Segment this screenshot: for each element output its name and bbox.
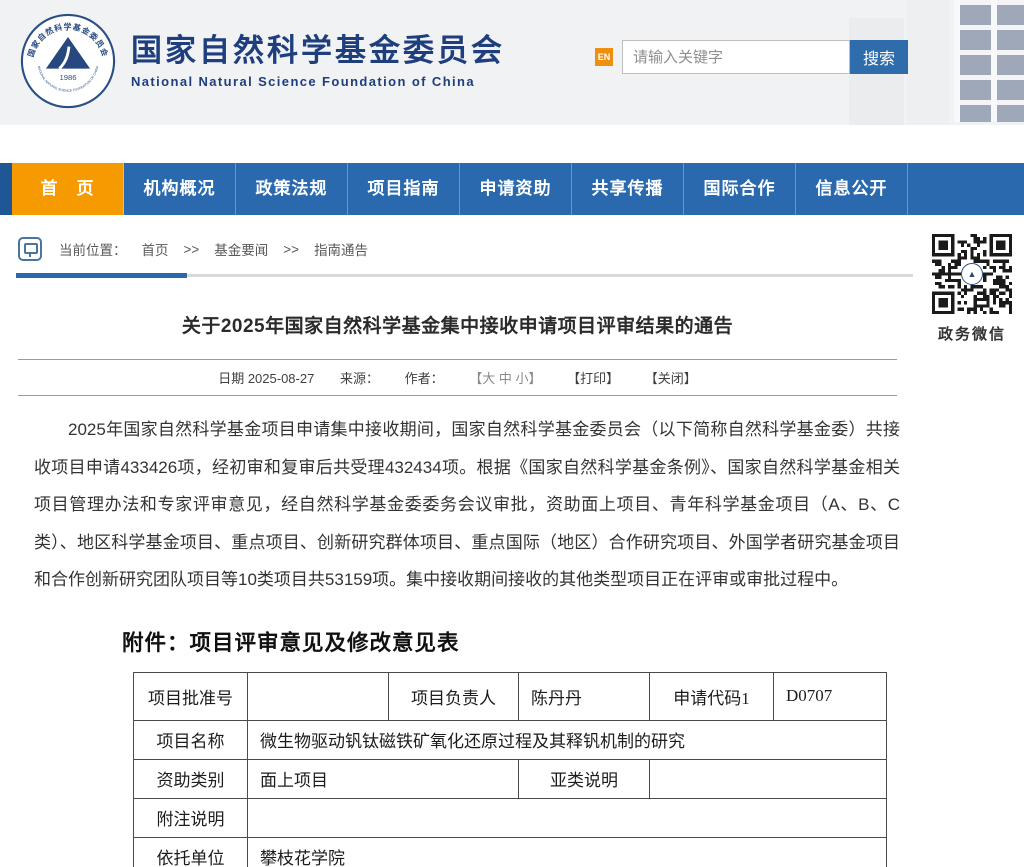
site-logo[interactable]: 国家自然科学基金委员会 NATIONAL NATURAL SCIENCE FOU… <box>20 13 505 109</box>
table-row: 项目名称 微生物驱动钒钛磁铁矿氧化还原过程及其释钒机制的研究 <box>134 720 887 759</box>
nav-filler <box>908 163 1024 215</box>
cell-note-value <box>248 798 887 837</box>
site-header: 国家自然科学基金委员会 NATIONAL NATURAL SCIENCE FOU… <box>0 0 1024 125</box>
cell-institution-value: 攀枝花学院 <box>248 837 887 867</box>
site-title: 国家自然科学基金委员会 <box>131 33 505 69</box>
language-en-button[interactable]: EN <box>595 48 613 66</box>
breadcrumb-divider <box>16 273 913 278</box>
site-subtitle: National Natural Science Foundation of C… <box>131 74 505 89</box>
cell-subtype-value <box>650 759 887 798</box>
divider-blue-segment <box>16 273 187 278</box>
article-source-label: 来源： <box>340 371 379 386</box>
main-nav: 首 页 机构概况 政策法规 项目指南 申请资助 共享传播 国际合作 信息公开 <box>0 163 1024 215</box>
breadcrumb-home[interactable]: 首页 <box>142 239 169 259</box>
cell-subtype-label: 亚类说明 <box>519 759 650 798</box>
nsfc-notice-page: { "header": { "site_title": "国家自然科学基金委员会… <box>0 0 1024 867</box>
table-row: 项目批准号 项目负责人 陈丹丹 申请代码1 D0707 <box>134 672 887 720</box>
breadcrumb: 当前位置： 首页 >> 基金要闻 >> 指南通告 <box>18 236 1024 262</box>
nsfc-seal-icon: 国家自然科学基金委员会 NATIONAL NATURAL SCIENCE FOU… <box>20 13 116 109</box>
nav-item-funding[interactable]: 申请资助 <box>460 163 572 215</box>
qr-code-label: 政务微信 <box>930 323 1014 344</box>
breadcrumb-guide-notices[interactable]: 指南通告 <box>314 239 368 259</box>
cell-institution-label: 依托单位 <box>134 837 248 867</box>
article-author-label: 作者： <box>405 371 444 386</box>
nav-item-organization[interactable]: 机构概况 <box>124 163 236 215</box>
cell-project-title-label: 项目名称 <box>134 720 248 759</box>
breadcrumb-separator: >> <box>283 242 299 257</box>
print-button[interactable]: 【打印】 <box>567 371 619 386</box>
cell-grant-number-value <box>248 672 389 720</box>
search-input[interactable] <box>622 40 850 74</box>
nav-item-programme-guide[interactable]: 项目指南 <box>348 163 460 215</box>
attachment-heading: 附件：项目评审意见及修改意见表 <box>122 626 915 657</box>
nav-item-policies[interactable]: 政策法规 <box>236 163 348 215</box>
divider-gray-segment <box>187 274 913 277</box>
article-content: 关于2025年国家自然科学基金集中接收申请项目评审结果的通告 日期 2025-0… <box>0 311 915 867</box>
cell-grant-number-label: 项目批准号 <box>134 672 248 720</box>
cell-project-title-value: 微生物驱动钒钛磁铁矿氧化还原过程及其释钒机制的研究 <box>248 720 887 759</box>
article-meta-bar: 日期 2025-08-27 来源： 作者： 【大 中 小】 【打印】 【关闭】 <box>18 359 897 396</box>
cell-funding-type-label: 资助类别 <box>134 759 248 798</box>
building-photo-windows <box>954 0 1024 122</box>
review-opinion-table: 项目批准号 项目负责人 陈丹丹 申请代码1 D0707 项目名称 微生物驱动钒钛… <box>133 672 887 867</box>
article-paragraph: 2025年国家自然科学基金项目申请集中接收期间，国家自然科学基金委员会（以下简称… <box>34 411 900 599</box>
search-area: EN 搜索 <box>595 40 908 74</box>
close-button[interactable]: 【关闭】 <box>645 371 697 386</box>
cell-pi-value: 陈丹丹 <box>519 672 650 720</box>
site-title-block: 国家自然科学基金委员会 National Natural Science Fou… <box>131 33 505 89</box>
font-size-switcher[interactable]: 【大 中 小】 <box>469 371 541 386</box>
qr-center-logo-icon: ▲ <box>961 263 983 285</box>
nav-item-disclosure[interactable]: 信息公开 <box>796 163 908 215</box>
table-row: 资助类别 面上项目 亚类说明 <box>134 759 887 798</box>
qr-code: ▲ <box>932 234 1012 314</box>
nav-left-cap <box>0 163 12 215</box>
cell-funding-type-value: 面上项目 <box>248 759 519 798</box>
building-photo-block <box>907 0 949 125</box>
cell-pi-label: 项目负责人 <box>389 672 519 720</box>
breadcrumb-separator: >> <box>184 242 200 257</box>
article-date: 日期 2025-08-27 <box>218 371 314 386</box>
table-row: 依托单位 攀枝花学院 <box>134 837 887 867</box>
svg-text:1986: 1986 <box>59 73 76 82</box>
location-icon <box>18 237 42 261</box>
cell-code-value: D0707 <box>774 672 887 720</box>
nav-item-sharing[interactable]: 共享传播 <box>572 163 684 215</box>
nav-item-international[interactable]: 国际合作 <box>684 163 796 215</box>
breadcrumb-fund-news[interactable]: 基金要闻 <box>214 239 268 259</box>
cell-code-label: 申请代码1 <box>650 672 774 720</box>
gov-wechat-widget: ▲ 政务微信 <box>930 234 1014 344</box>
table-row: 附注说明 <box>134 798 887 837</box>
cell-note-label: 附注说明 <box>134 798 248 837</box>
breadcrumb-label: 当前位置： <box>59 239 127 259</box>
article-title: 关于2025年国家自然科学基金集中接收申请项目评审结果的通告 <box>0 311 915 338</box>
header-spacer <box>0 125 1024 163</box>
search-button[interactable]: 搜索 <box>850 40 908 74</box>
nav-item-home[interactable]: 首 页 <box>12 163 124 215</box>
